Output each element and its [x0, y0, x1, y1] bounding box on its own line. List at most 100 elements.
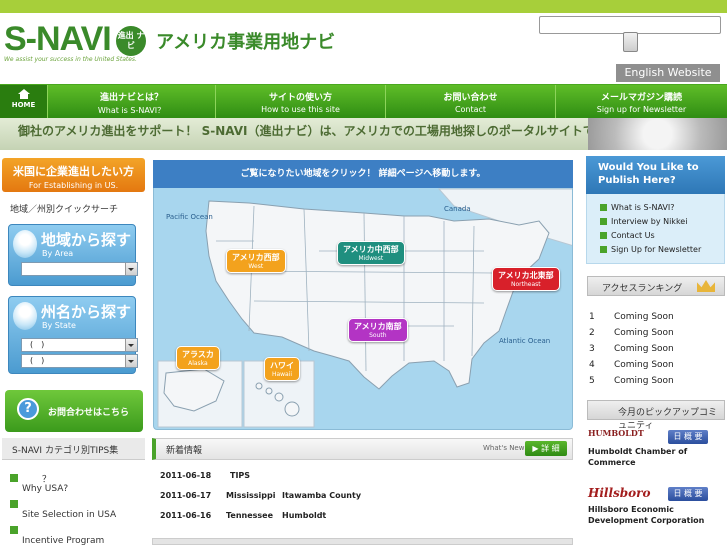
nav-contact-en: Contact — [454, 105, 487, 114]
search-by-state-box: 州名から探す By State ( ) ( ) — [8, 296, 138, 374]
rank-number: 2 — [589, 328, 595, 338]
tagline: We assist your success in the United Sta… — [4, 56, 137, 63]
region-alaska-jp: アラスカ — [182, 350, 214, 359]
nav-home[interactable]: HOME — [0, 85, 47, 118]
region-south[interactable]: アメリカ南部 South — [348, 318, 408, 342]
link-newsletter[interactable]: Sign Up for Newsletter — [600, 245, 701, 254]
news-date: 2011-06-16 — [160, 511, 212, 520]
bullet-icon — [10, 474, 18, 482]
bullet-icon — [600, 246, 607, 253]
rank-title: Coming Soon — [614, 360, 674, 370]
search-button[interactable] — [623, 32, 638, 52]
link-interview[interactable]: Interview by Nikkei — [600, 217, 687, 226]
region-midwest-jp: アメリカ中西部 — [343, 245, 399, 254]
home-icon — [17, 89, 30, 99]
region-northeast[interactable]: アメリカ北東部 Northeast — [492, 267, 560, 291]
region-northeast-jp: アメリカ北東部 — [498, 271, 554, 280]
news-col1: TIPS — [230, 471, 251, 480]
bullet-icon — [600, 204, 607, 211]
chevron-down-icon — [128, 360, 134, 363]
next-section-header — [152, 538, 573, 545]
area-subtitle: By Area — [42, 249, 74, 258]
contact-button-label: お問合わせはこちら — [48, 408, 130, 418]
state-subtitle: By State — [42, 321, 76, 330]
tip-item[interactable] — [10, 526, 22, 537]
news-title: 新着情報 — [166, 446, 203, 456]
nav-contact[interactable]: お問い合わせ Contact — [385, 85, 555, 118]
pickup-heading: 今月のピックアップコミュニティ — [587, 400, 725, 431]
region-west-jp: アメリカ西部 — [232, 253, 280, 262]
bullet-icon — [10, 500, 18, 508]
region-midwest[interactable]: アメリカ中西部 Midwest — [337, 241, 405, 265]
publish-heading[interactable]: Would You Like to Publish Here? — [586, 156, 725, 194]
whats-new-label: What's New — [483, 444, 525, 452]
nav-contact-jp: お問い合わせ — [443, 93, 498, 103]
us-map[interactable]: Pacific Ocean Canada Atlantic Ocean アメリカ… — [153, 160, 573, 430]
logo-badge: 進出 ナビ — [116, 26, 146, 56]
tip-item[interactable]: Site Selection in USA — [22, 510, 116, 520]
news-date: 2011-06-17 — [160, 491, 212, 500]
quick-search-label: 地域／州別クイックサーチ — [10, 205, 119, 215]
ranking-item[interactable]: 1 Coming Soon — [589, 312, 674, 322]
overview-button[interactable]: 日 概 要 — [668, 430, 708, 444]
top-accent-bar — [0, 0, 727, 13]
rank-title: Coming Soon — [614, 312, 674, 322]
establish-heading[interactable]: 米国に企業進出したい方 For Establishing in US. — [2, 158, 145, 192]
establish-heading-jp: 米国に企業進出したい方 — [13, 165, 134, 178]
us-map-graphic — [157, 188, 572, 428]
nav-newsletter[interactable]: メールマガジン購読 Sign up for Newsletter — [555, 85, 727, 118]
tips-heading: S-NAVI カテゴリ別TIPS集 — [2, 438, 145, 460]
region-hawaii-jp: ハワイ — [270, 361, 294, 370]
site-logo[interactable]: S-NAVI — [4, 20, 112, 59]
nav-about[interactable]: 進出ナビとは？ What is S-NAVI？ — [47, 85, 215, 118]
ranking-item[interactable]: 4 Coming Soon — [589, 360, 674, 370]
link-what-is[interactable]: What is S-NAVI? — [600, 203, 674, 212]
rank-number: 3 — [589, 344, 595, 354]
english-website-button[interactable]: English Website — [616, 64, 720, 82]
magnifier-icon — [13, 302, 37, 330]
search-by-area-box: 地域から探す By Area — [8, 224, 138, 286]
main-nav: HOME 進出ナビとは？ What is S-NAVI？ サイトの使い方 How… — [0, 84, 727, 118]
ranking-item[interactable]: 3 Coming Soon — [589, 344, 674, 354]
bullet-icon — [600, 218, 607, 225]
rank-title: Coming Soon — [614, 328, 674, 338]
tip-item[interactable]: Incentive Program — [22, 536, 104, 545]
nav-howto-jp: サイトの使い方 — [268, 93, 332, 103]
state-title: 州名から探す — [41, 303, 132, 321]
magnifier-icon — [13, 230, 37, 258]
region-hawaii[interactable]: ハワイ Hawaii — [264, 357, 300, 381]
map-heading: ご覧になりたい地域をクリック！ 詳細ページへ移動します。 — [153, 160, 573, 188]
tip-item[interactable] — [10, 500, 22, 511]
hillsboro-logo[interactable]: Hillsboro — [588, 486, 666, 500]
region-alaska[interactable]: アラスカ Alaska — [176, 346, 220, 370]
chevron-down-icon — [128, 344, 134, 347]
question-icon: ? — [17, 398, 39, 420]
overview-button[interactable]: 日 概 要 — [668, 487, 708, 501]
state-select-2[interactable]: ( ) — [21, 354, 138, 368]
state-select-1[interactable]: ( ) — [21, 338, 138, 352]
state-select-1-value: ( ) — [30, 340, 45, 349]
link-label: Contact Us — [611, 231, 655, 240]
link-label: Sign Up for Newsletter — [611, 245, 702, 254]
link-contact[interactable]: Contact Us — [600, 231, 655, 240]
region-midwest-en: Midwest — [358, 255, 384, 262]
state-select-2-value: ( ) — [30, 356, 45, 365]
region-south-jp: アメリカ南部 — [354, 322, 402, 331]
ranking-item[interactable]: 5 Coming Soon — [589, 376, 674, 386]
news-detail-button[interactable]: ▶ 詳 細 — [525, 441, 567, 456]
rank-title: Coming Soon — [614, 376, 674, 386]
nav-howto[interactable]: サイトの使い方 How to use this site — [215, 85, 385, 118]
community-name[interactable]: Humboldt Chamber of Commerce — [588, 446, 688, 468]
link-label: What is S-NAVI? — [611, 203, 675, 212]
site-title: アメリカ事業用地ナビ — [156, 32, 336, 53]
ranking-item[interactable]: 2 Coming Soon — [589, 328, 674, 338]
bullet-icon — [10, 526, 18, 534]
canada-label: Canada — [444, 205, 471, 213]
area-select[interactable] — [21, 262, 138, 276]
community-name[interactable]: Hillsboro Economic Development Corporati… — [588, 504, 726, 526]
news-col1: Mississippi — [226, 491, 276, 500]
banner-image — [588, 118, 727, 150]
region-west[interactable]: アメリカ西部 West — [226, 249, 286, 273]
humboldt-logo[interactable]: HUMBOLDT — [588, 428, 666, 442]
tip-item[interactable]: Why USA? — [22, 484, 68, 494]
